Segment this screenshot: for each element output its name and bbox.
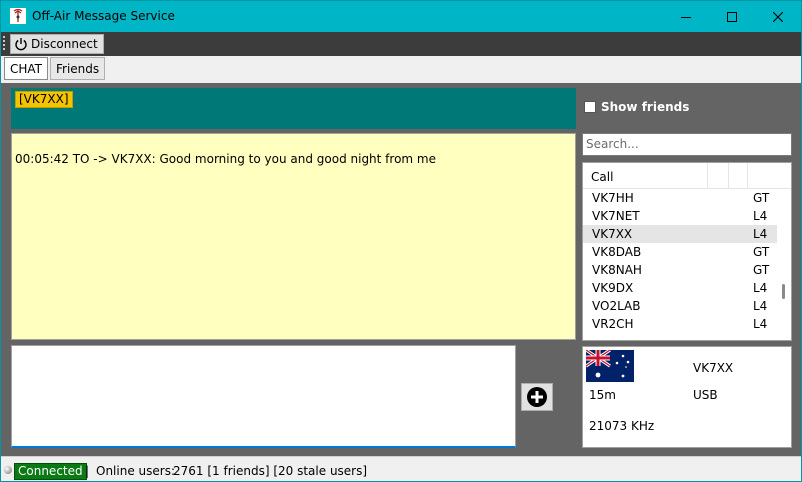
window-title: Off-Air Message Service bbox=[32, 9, 175, 23]
user-mode: GT bbox=[753, 263, 770, 277]
connection-status-badge: Connected bbox=[14, 463, 87, 480]
disconnect-button[interactable]: Disconnect bbox=[10, 34, 104, 54]
column-header-call[interactable]: Call bbox=[591, 170, 613, 184]
message-compose-input[interactable] bbox=[11, 345, 516, 448]
australia-flag-icon bbox=[586, 350, 634, 382]
list-item[interactable]: VK8NAH GT bbox=[583, 261, 777, 279]
user-mode: L4 bbox=[753, 281, 768, 295]
chat-log[interactable]: 00:05:42 TO -> VK7XX: Good morning to yo… bbox=[11, 133, 576, 340]
main-panel: [VK7XX] 00:05:42 TO -> VK7XX: Good morni… bbox=[1, 83, 801, 456]
active-callsign-panel: [VK7XX] bbox=[11, 88, 576, 129]
user-list-scrollbar[interactable] bbox=[778, 189, 791, 340]
minimize-icon bbox=[681, 16, 691, 18]
search-input[interactable]: Search... bbox=[582, 133, 792, 156]
user-mode: GT bbox=[753, 191, 770, 205]
app-window: Off-Air Message Service Disconnect CHAT … bbox=[0, 0, 802, 482]
list-item[interactable]: VK9DX L4 bbox=[583, 279, 777, 297]
user-call: VR2CH bbox=[592, 317, 634, 331]
minimize-button[interactable] bbox=[663, 1, 709, 32]
list-item[interactable]: VK7HH GT bbox=[583, 189, 777, 207]
chat-message: 00:05:42 TO -> VK7XX: Good morning to yo… bbox=[15, 152, 436, 166]
user-call: VK9DX bbox=[592, 281, 634, 295]
show-friends-label: Show friends bbox=[601, 100, 690, 114]
list-item-selected[interactable]: VK7XX L4 bbox=[583, 225, 777, 243]
user-mode: L4 bbox=[753, 209, 768, 223]
title-bar[interactable]: Off-Air Message Service bbox=[1, 1, 801, 32]
user-mode: GT bbox=[753, 245, 770, 259]
send-button[interactable] bbox=[521, 383, 553, 411]
scrollbar-thumb[interactable] bbox=[782, 284, 785, 299]
list-item[interactable]: VO2LAB L4 bbox=[583, 297, 777, 315]
user-mode: L4 bbox=[753, 227, 768, 241]
details-callsign: VK7XX bbox=[693, 361, 734, 375]
add-circle-icon bbox=[527, 387, 547, 407]
status-led-icon bbox=[4, 466, 12, 474]
user-call: VK8DAB bbox=[592, 245, 642, 259]
list-item[interactable]: VK8DAB GT bbox=[583, 243, 777, 261]
status-bar: Connected | Online users: 2761 [1 friend… bbox=[1, 456, 801, 481]
details-mode: USB bbox=[693, 388, 718, 402]
user-call: VK7NET bbox=[592, 209, 640, 223]
tab-chat[interactable]: CHAT bbox=[4, 57, 49, 80]
details-frequency: 21073 KHz bbox=[589, 419, 655, 433]
toolbar: Disconnect bbox=[1, 32, 801, 56]
user-list[interactable]: Call VK7HH GT VK7NET L4 VK7XX L4 VK8DAB … bbox=[582, 162, 792, 341]
close-button[interactable] bbox=[755, 1, 801, 32]
user-call: VO2LAB bbox=[592, 299, 641, 313]
user-call: VK8NAH bbox=[592, 263, 642, 277]
callsign-tag[interactable]: [VK7XX] bbox=[15, 91, 73, 108]
user-mode: L4 bbox=[753, 299, 768, 313]
online-users-label: Online users: bbox=[96, 464, 175, 478]
tab-bar: CHAT Friends bbox=[1, 56, 801, 83]
close-icon bbox=[773, 11, 783, 22]
station-details-panel: VK7XX 15m USB 21073 KHz bbox=[582, 346, 792, 448]
status-separator: | bbox=[85, 464, 90, 478]
user-call: VK7HH bbox=[592, 191, 634, 205]
user-list-header: Call bbox=[583, 163, 791, 189]
show-friends-toggle[interactable]: Show friends bbox=[584, 100, 689, 114]
list-item[interactable]: VR2CH L4 bbox=[583, 315, 777, 333]
user-call: VK7XX bbox=[592, 227, 633, 241]
maximize-button[interactable] bbox=[709, 1, 755, 32]
user-mode: L4 bbox=[753, 317, 768, 331]
power-icon bbox=[15, 38, 27, 51]
show-friends-checkbox[interactable] bbox=[584, 101, 596, 113]
disconnect-label: Disconnect bbox=[31, 37, 98, 51]
list-item[interactable]: VK7NET L4 bbox=[583, 207, 777, 225]
app-antenna-icon bbox=[10, 8, 26, 24]
tab-friends[interactable]: Friends bbox=[50, 57, 106, 80]
online-users-count: 2761 [1 friends] [20 stale users] bbox=[173, 464, 368, 478]
maximize-icon bbox=[727, 11, 737, 22]
toolbar-grip-icon[interactable] bbox=[3, 36, 7, 52]
details-band: 15m bbox=[589, 388, 616, 402]
